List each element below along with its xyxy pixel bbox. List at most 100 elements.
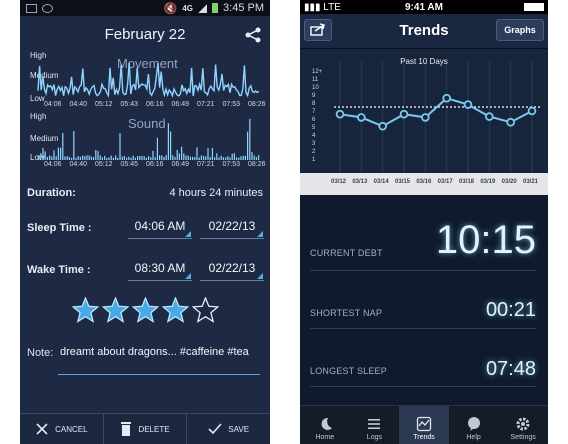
tab-label: Help (466, 434, 481, 441)
x-tick-label: 03/13 (352, 179, 368, 185)
sleep-date-field[interactable]: 02/22/13 (200, 218, 264, 239)
y-tick-label: 2 (312, 149, 316, 155)
data-point (442, 93, 451, 103)
sound-tick: 05:12 (95, 161, 113, 168)
y-tick-label: 9 (312, 93, 316, 99)
save-button[interactable]: SAVE (187, 414, 270, 444)
tab-logs[interactable]: Logs (350, 406, 400, 444)
gear-icon (516, 417, 530, 431)
data-point (399, 109, 409, 119)
mute-icon: 🔇 (163, 2, 178, 15)
delete-label: DELETE (138, 424, 170, 434)
sound-tick: 06:49 (171, 161, 190, 168)
movement-tick: 06:49 (171, 101, 190, 108)
sound-tick: 05:45 (120, 161, 139, 168)
note-label: Note: (27, 347, 54, 359)
y-tick-label: 5 (312, 125, 316, 131)
wake-date-field[interactable]: 02/22/13 (200, 260, 264, 281)
duration-label: Duration: (27, 187, 76, 199)
alarm-icon (42, 3, 53, 13)
cancel-button[interactable]: CANCEL (20, 414, 104, 444)
tab-settings[interactable]: Settings (498, 406, 548, 444)
x-tick-label: 03/12 (331, 179, 347, 185)
current-debt-label: CURRENT DEBT (310, 248, 383, 258)
movement-tick: 07:21 (197, 101, 215, 108)
sound-tick: 08:26 (248, 161, 266, 168)
tab-label: Logs (366, 434, 382, 441)
y-tick-label: 10 (312, 85, 319, 91)
data-point (378, 121, 387, 131)
stat-longest-sleep: LONGEST SLEEP 07:48 (310, 328, 536, 387)
trend-icon (416, 416, 432, 432)
note-underline (58, 374, 260, 375)
tab-home[interactable]: Home (300, 406, 350, 444)
y-tick-label: 4 (312, 133, 316, 139)
movement-trace (37, 62, 260, 98)
star-filled-icon[interactable] (162, 297, 189, 323)
current-debt-value: 10:15 (435, 218, 536, 262)
star-filled-icon[interactable] (132, 297, 159, 323)
sleep-time-field[interactable]: 04:06 AM (128, 218, 192, 239)
star-rating[interactable] (72, 297, 219, 323)
note-input[interactable]: dreamt about dragons... #caffeine #tea (60, 345, 260, 360)
close-icon (36, 423, 48, 435)
x-tick-label: 03/19 (480, 179, 496, 185)
data-point (463, 100, 473, 109)
x-tick-label: 03/17 (437, 179, 453, 185)
tab-label: Settings (510, 434, 536, 441)
shortest-nap-label: SHORTEST NAP (310, 308, 383, 318)
status-bar: 🔇 4G 3:45 PM (20, 0, 270, 16)
graphs-button[interactable]: Graphs (496, 19, 544, 41)
date-axis: 03/12 03/13 03/14 03/15 03/16 03/17 03/18 03/19… (300, 173, 548, 195)
x-tick-label: 03/18 (459, 179, 475, 185)
data-point (485, 112, 494, 121)
sound-tick: 07:21 (197, 161, 215, 168)
share-icon[interactable] (244, 27, 262, 43)
chart-title: Past 10 Days (400, 57, 448, 66)
tab-trends[interactable]: Trends (399, 406, 449, 444)
y-tick-label: 11 (312, 77, 319, 83)
data-point (506, 117, 515, 127)
sound-graph: Sound High Medium Low 04:06 04:40 05:12 05:… (20, 112, 270, 170)
stat-current-debt: CURRENT DEBT 10:15 (310, 206, 536, 271)
data-point (527, 106, 537, 116)
sound-tick: 07:53 (222, 161, 241, 168)
y-tick-label: 7 (312, 109, 316, 115)
signal-icon (198, 3, 208, 13)
duration-value: 4 hours 24 minutes (169, 187, 263, 199)
action-bar: CANCEL DELETE SAVE (20, 413, 270, 444)
sound-trace (38, 118, 260, 160)
moon-icon (321, 417, 332, 430)
movement-tick: 04:06 (44, 101, 62, 108)
picture-icon (26, 3, 37, 13)
network-label: 4G (182, 3, 194, 13)
y-tick-label: 8 (312, 101, 316, 107)
save-label: SAVE (228, 424, 250, 434)
shortest-nap-value: 00:21 (485, 299, 536, 321)
star-empty-icon[interactable] (192, 297, 219, 323)
movement-tick: 07:53 (222, 101, 241, 108)
x-tick-label: 03/16 (416, 179, 432, 185)
star-filled-icon[interactable] (102, 297, 129, 323)
x-tick-label: 03/15 (395, 179, 411, 185)
chat-icon (467, 417, 480, 431)
sound-tick: 06:16 (146, 161, 164, 168)
delete-button[interactable]: DELETE (104, 414, 188, 444)
star-filled-icon[interactable] (72, 297, 99, 323)
longest-sleep-label: LONGEST SLEEP (310, 366, 387, 376)
x-tick-label: 03/21 (523, 179, 539, 185)
y-tick-label: 12+ (312, 69, 323, 75)
longest-sleep-value: 07:48 (485, 358, 536, 380)
series-line (339, 97, 533, 128)
cancel-label: CANCEL (55, 424, 88, 434)
x-tick-label: 03/20 (501, 179, 517, 185)
wake-time-field[interactable]: 08:30 AM (128, 260, 192, 281)
wake-time-label: Wake Time : (27, 264, 91, 276)
wake-time-value: 08:30 AM (134, 261, 186, 275)
tab-help[interactable]: Help (449, 406, 499, 444)
wake-date-value: 02/22/13 (208, 261, 256, 275)
y-tick-label: 1 (312, 157, 316, 163)
sleep-time-value: 04:06 AM (134, 219, 186, 233)
movement-tick: 05:12 (95, 101, 113, 108)
checkmark-icon (208, 423, 222, 435)
